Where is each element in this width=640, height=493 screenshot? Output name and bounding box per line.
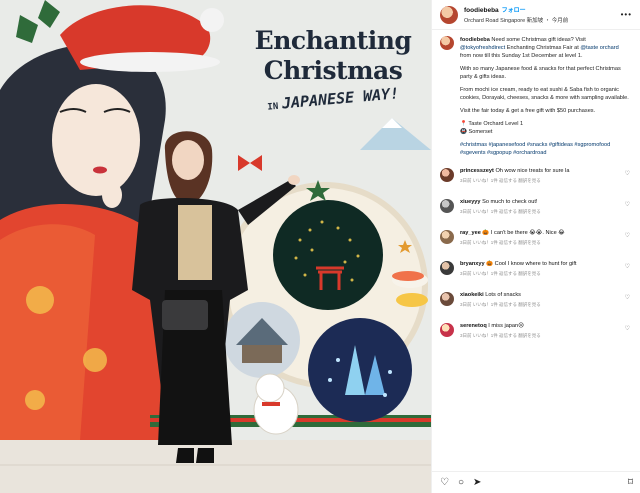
commenter-username[interactable]: xiaokeiki [460,292,484,298]
comment-text: Lots of snacks [485,292,521,298]
caption-transit-line: 🚇 Somerset [460,129,493,135]
caption-paragraph: With so many Japanese food & snacks for … [460,66,621,80]
heart-icon[interactable]: ♡ [625,325,630,332]
comment-text: So much to check out! [482,199,538,205]
heart-icon[interactable]: ♡ [625,232,630,239]
commenter-avatar[interactable] [440,292,454,306]
heart-icon[interactable]: ♡ [625,201,630,208]
post-caption: foodiebeba Need some Christmas gift idea… [432,30,640,162]
comment-item: bryanxyy 🎃 Cool I know where to hunt for… [440,261,632,288]
caption-text: from now till this Sunday 1st December a… [460,53,583,59]
illumination-photo-1 [273,200,383,310]
comment-item: xiaokeiki Lots of snacks 3日前 いいね！1件 返信する… [440,292,632,319]
commenter-username[interactable]: xiueyyy [460,199,481,205]
comment-item: princesszeyt Oh wow nice treats for sure… [440,168,632,195]
caption-hashtags[interactable]: #christmas #japanesefood #snacks #giftid… [460,141,630,157]
commenter-avatar[interactable] [440,261,454,275]
comment-meta[interactable]: 3日前 いいね！1件 返信する 翻訳を見る [460,302,620,308]
caption-paragraph: From mochi ice cream, ready to eat sushi… [460,87,629,101]
mention-link[interactable]: @tokyofreshdirect [460,45,505,51]
commenter-username[interactable]: serenetoq [460,323,487,329]
comment-text: 🎃 Cool I know where to hunt for gift [486,261,577,267]
comment-text: Oh wow nice treats for sure la [495,168,570,174]
poster-title-line1: Enchanting [254,26,412,55]
author-username[interactable]: foodiebeba [464,7,499,14]
caption-avatar[interactable] [440,36,454,50]
handbag [162,300,208,330]
post-header: foodiebeba フォロー Orchard Road Singapore 新加… [432,0,640,30]
save-icon[interactable]: ⌑ [628,477,633,488]
caption-text: Need some Christmas gift ideas? Visit [489,37,586,43]
comment-item: serenetoq I miss japan😢 3日前 いいね！1件 返信する … [440,323,632,350]
poster-title-line2: Christmas [263,56,403,85]
commenter-username[interactable]: bryanxyy [460,261,485,267]
comment-meta[interactable]: 3日前 いいね！1件 返信する 翻訳を見る [460,240,620,246]
comment-item: ray_yee 🎃 I can't be there 😭😭. Nice 😂 3日… [440,230,632,257]
share-icon[interactable]: ➤ [473,477,481,488]
comment-meta[interactable]: 3日前 いいね！1件 返信する 翻訳を見る [460,271,620,277]
comments-list: princesszeyt Oh wow nice treats for sure… [432,162,640,350]
follow-button[interactable]: フォロー [502,8,526,14]
post-actions-bar: ♡ ○ ➤ ⌑ [432,471,640,493]
commenter-avatar[interactable] [440,230,454,244]
commenter-avatar[interactable] [440,168,454,182]
caption-username[interactable]: foodiebeba [460,37,490,43]
author-avatar[interactable] [440,5,458,24]
comment-meta[interactable]: 3日前 いいね！1件 返信する 翻訳を見る [460,209,620,215]
heart-icon[interactable]: ♡ [625,263,630,270]
post-location[interactable]: Orchard Road Singapore 新加坡 ・ 今月前 [464,16,568,26]
comment-meta[interactable]: 3日前 いいね！1件 返信する 翻訳を見る [460,333,620,339]
mention-link[interactable]: @taste orchard [580,45,618,51]
commenter-username[interactable]: ray_yee [460,230,481,236]
caption-location-line: 📍 Taste Orchard Level 1 [460,121,524,127]
poster-in-word: IN [266,101,279,113]
caption-paragraph: Visit the fair today & get a free gift w… [460,108,596,114]
commenter-avatar[interactable] [440,199,454,213]
screenshot-frame: Enchanting Christmas IN JAPANESE WAY! foo… [0,0,640,493]
more-icon[interactable]: ••• [621,10,632,19]
poster-headline: Enchanting Christmas IN JAPANESE WAY! [238,26,428,113]
comment-icon[interactable]: ○ [458,477,464,488]
comment-item: xiueyyy So much to check out! 3日前 いいね！1件… [440,199,632,226]
heart-icon[interactable]: ♡ [625,170,630,177]
like-icon[interactable]: ♡ [440,477,449,488]
comment-meta[interactable]: 3日前 いいね！1件 返信する 翻訳を見る [460,178,620,184]
caption-text: Enchanting Christmas Fair at [505,45,581,51]
person-face [172,140,204,180]
heart-icon[interactable]: ♡ [625,294,630,301]
comment-text: I miss japan😢 [488,323,524,329]
post-side-panel: foodiebeba フォロー Orchard Road Singapore 新加… [431,0,640,493]
post-photo[interactable]: Enchanting Christmas IN JAPANESE WAY! [0,0,431,493]
commenter-username[interactable]: princesszeyt [460,168,494,174]
commenter-avatar[interactable] [440,323,454,337]
comment-text: 🎃 I can't be there 😭😭. Nice 😂 [482,230,565,236]
geisha-face [52,84,140,196]
